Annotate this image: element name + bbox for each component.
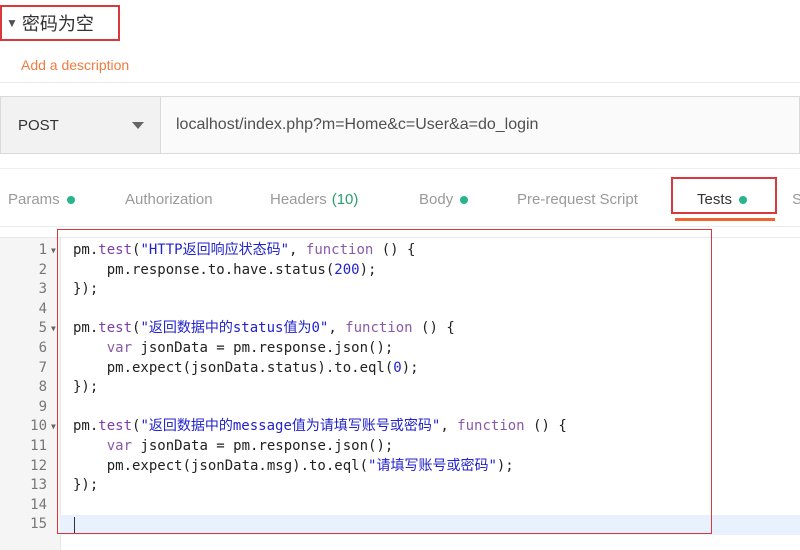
divider xyxy=(0,168,800,169)
tab-params[interactable]: Params xyxy=(8,191,75,208)
line-number: 13 xyxy=(30,477,47,494)
request-name[interactable]: 密码为空 xyxy=(22,10,94,36)
tab-label: Headers xyxy=(270,191,327,208)
line-number: 8 xyxy=(38,379,47,396)
tab-label: Params xyxy=(8,191,60,208)
tab-overflow[interactable]: S xyxy=(792,191,800,208)
tab-pre-request-script[interactable]: Pre-request Script xyxy=(517,191,638,208)
line-number: 14 xyxy=(30,496,47,513)
line-number: 15 xyxy=(30,516,47,533)
line-number: 3 xyxy=(38,281,47,298)
active-tab-indicator xyxy=(675,218,775,221)
method-label: POST xyxy=(18,116,59,134)
line-number: 6 xyxy=(38,340,47,356)
status-dot xyxy=(460,195,469,204)
line-number: 1 xyxy=(38,242,47,258)
collapse-triangle-icon[interactable]: ▼ xyxy=(6,16,18,30)
line-number: 2 xyxy=(38,261,47,278)
tests-highlight-box xyxy=(671,177,777,214)
headers-count: (10) xyxy=(331,191,359,208)
tab-label: Body xyxy=(419,191,454,208)
fold-arrow-icon[interactable]: ▼ xyxy=(51,417,56,437)
tab-label: Authorization xyxy=(125,191,213,208)
tab-headers[interactable]: Headers (10) xyxy=(270,191,358,208)
status-dot xyxy=(66,195,75,204)
line-number: 11 xyxy=(30,438,47,454)
line-number: 7 xyxy=(38,359,47,376)
divider xyxy=(0,82,800,83)
line-number: 5 xyxy=(38,320,47,337)
line-number: 4 xyxy=(38,300,47,317)
fold-arrow-icon[interactable]: ▼ xyxy=(51,319,56,339)
tab-body[interactable]: Body xyxy=(419,191,469,208)
tab-authorization[interactable]: Authorization xyxy=(125,191,213,208)
line-number: 9 xyxy=(38,398,47,415)
add-description-link[interactable]: Add a description xyxy=(21,57,129,73)
line-number: 12 xyxy=(30,457,47,474)
url-bar: POST localhost/index.php?m=Home&c=User&a… xyxy=(0,96,800,154)
code-highlight-box xyxy=(57,229,712,534)
url-input[interactable]: localhost/index.php?m=Home&c=User&a=do_l… xyxy=(176,97,538,153)
line-number: 10 xyxy=(30,418,47,435)
chevron-down-icon xyxy=(132,122,144,129)
tab-label: Pre-request Script xyxy=(517,191,638,208)
method-select[interactable]: POST xyxy=(1,97,161,153)
request-title-box[interactable]: ▼ 密码为空 xyxy=(0,5,120,41)
divider xyxy=(0,226,800,227)
fold-arrow-icon[interactable]: ▼ xyxy=(51,241,56,261)
